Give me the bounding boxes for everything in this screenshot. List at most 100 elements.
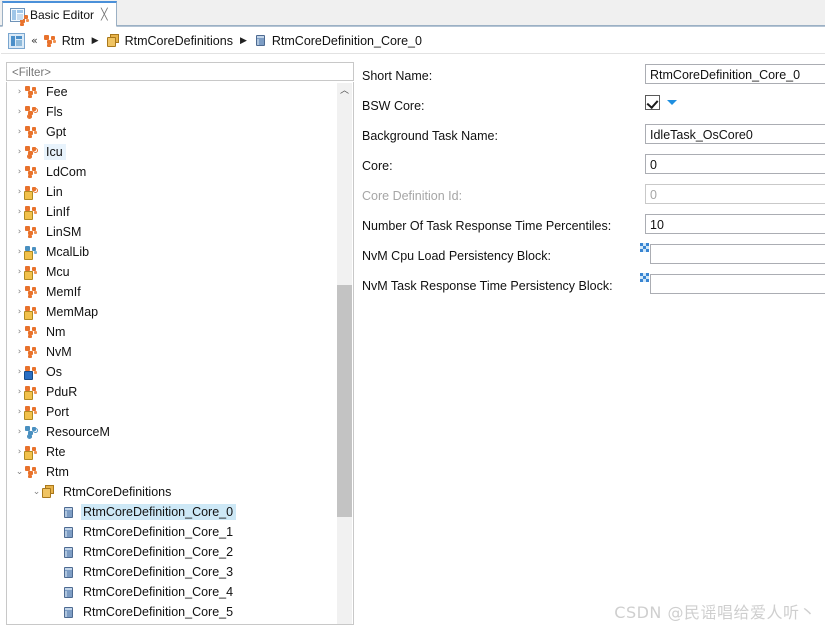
chevron-right-icon[interactable]: › [15, 408, 24, 417]
chevron-right-icon[interactable]: › [15, 168, 24, 177]
autosar-module-icon [24, 225, 38, 239]
warning-badge-icon [24, 391, 33, 400]
tree-item-nm[interactable]: › Nm [7, 322, 353, 342]
tree-item-rtmcoredefinition-core-1[interactable]: RtmCoreDefinition_Core_1 [7, 522, 353, 542]
tree-item-mcallib[interactable]: ›McalLib [7, 242, 353, 262]
form-row-core-definition-id: Core Definition Id: [362, 182, 825, 212]
field-label: Number Of Task Response Time Percentiles… [362, 219, 611, 233]
element-icon [254, 34, 267, 47]
input-nvm-cpu-load-persistency-block[interactable] [650, 244, 825, 264]
breadcrumb-item-rtm[interactable]: Rtm [43, 34, 85, 48]
breadcrumb-item-label: RtmCoreDefinitions [125, 34, 233, 48]
tree-item-label: Os [44, 364, 65, 380]
chevron-right-icon[interactable]: › [15, 228, 24, 237]
autosar-module-icon [24, 385, 38, 399]
reference-link-icon[interactable] [640, 243, 649, 252]
tree-item-icu[interactable]: › Icu [7, 142, 353, 162]
input-number-of-task-response-time-percentiles[interactable] [645, 214, 825, 234]
tree-item-memmap[interactable]: ›MemMap [7, 302, 353, 322]
breadcrumb-item-rtmcoredefinitions[interactable]: RtmCoreDefinitions [106, 34, 233, 48]
input-core[interactable] [645, 154, 825, 174]
breadcrumb-collapse-icon[interactable]: « [31, 34, 38, 47]
tree-item-label: Lin [44, 184, 66, 200]
chevron-right-icon[interactable]: › [15, 428, 24, 437]
chevron-right-icon[interactable]: › [15, 308, 24, 317]
tree-item-fee[interactable]: › Fee [7, 82, 353, 102]
breadcrumb-item-rtmcoredefinition-core-0[interactable]: RtmCoreDefinition_Core_0 [254, 34, 422, 48]
tab-basic-editor[interactable]: Basic Editor ╳ [2, 1, 117, 27]
tree-item-linsm[interactable]: › LinSM [7, 222, 353, 242]
form-row-core: Core: [362, 152, 825, 182]
close-icon[interactable]: ╳ [101, 9, 108, 20]
chevron-down-icon[interactable]: ⌄ [15, 468, 24, 477]
tree-item-port[interactable]: ›Port [7, 402, 353, 422]
tree-item-label: Icu [44, 144, 66, 160]
tree-item-fls[interactable]: ›Fls [7, 102, 353, 122]
tree-item-mcu[interactable]: › Mcu [7, 262, 353, 282]
tree-item-lin[interactable]: › Lin [7, 182, 353, 202]
tree-item-rtmcoredefinition-core-0[interactable]: RtmCoreDefinition_Core_0 [7, 502, 353, 522]
scrollbar-thumb[interactable] [337, 285, 352, 517]
warning-badge-icon [24, 451, 33, 460]
scroll-up-icon[interactable]: ︿ [337, 83, 352, 99]
property-form: Short Name:BSW Core:Background Task Name… [362, 62, 825, 312]
element-icon [62, 526, 75, 539]
chevron-down-icon[interactable] [667, 100, 677, 105]
chevron-right-icon[interactable]: › [15, 128, 24, 137]
input-background-task-name[interactable] [645, 124, 825, 144]
tree-item-rtmcoredefinition-core-4[interactable]: RtmCoreDefinition_Core_4 [7, 582, 353, 602]
tree-filter-input[interactable] [6, 62, 354, 81]
chevron-right-icon[interactable]: › [15, 148, 24, 157]
chevron-right-icon[interactable]: › [15, 108, 24, 117]
checkbox-bsw-core[interactable] [645, 95, 660, 110]
tree-item-os[interactable]: › Os [7, 362, 353, 382]
tree-item-label: NvM [44, 344, 75, 360]
tree-item-label: RtmCoreDefinition_Core_5 [81, 604, 236, 620]
field-label: Short Name: [362, 69, 432, 83]
tree-scroll-area[interactable]: ›Fee›Fls›Gpt›Icu›LdCom›Lin›LinIf›LinSM›M… [6, 82, 354, 625]
input-short-name[interactable] [645, 64, 825, 84]
chevron-right-icon[interactable]: › [15, 268, 24, 277]
chevron-right-icon[interactable]: › [15, 368, 24, 377]
tree-item-rtmmeasurementpoints[interactable]: ›RtmMeasurementPoints [7, 622, 353, 625]
tree-item-pdur[interactable]: ›PduR [7, 382, 353, 402]
tree-item-linif[interactable]: ›LinIf [7, 202, 353, 222]
chevron-right-icon[interactable]: › [15, 248, 24, 257]
tree-item-rte[interactable]: ›Rte [7, 442, 353, 462]
autosar-module-icon [24, 125, 38, 139]
model-tree-panel: ›Fee›Fls›Gpt›Icu›LdCom›Lin›LinIf›LinSM›M… [6, 62, 354, 625]
tree-item-label: Fee [44, 84, 71, 100]
chevron-right-icon[interactable]: › [15, 328, 24, 337]
chevron-right-icon[interactable]: › [15, 448, 24, 457]
chevron-right-icon[interactable]: › [15, 348, 24, 357]
tree-item-memif[interactable]: ›MemIf [7, 282, 353, 302]
autosar-module-icon [24, 245, 38, 259]
tree-item-rtm[interactable]: ⌄Rtm [7, 462, 353, 482]
tree-item-label: Mcu [44, 264, 73, 280]
editor-home-icon[interactable] [8, 33, 25, 49]
tree-item-rtmcoredefinition-core-5[interactable]: RtmCoreDefinition_Core_5 [7, 602, 353, 622]
tree-item-rtmcoredefinitions[interactable]: ⌄RtmCoreDefinitions [7, 482, 353, 502]
autosar-module-icon [24, 365, 38, 379]
reference-link-icon[interactable] [640, 273, 649, 282]
chevron-right-icon[interactable]: › [15, 88, 24, 97]
tree-item-gpt[interactable]: ›Gpt [7, 122, 353, 142]
input-nvm-task-response-time-persistency-block[interactable] [650, 274, 825, 294]
tree-item-label: LinSM [44, 224, 84, 240]
tree-vertical-scrollbar[interactable]: ︿ [337, 83, 352, 624]
tree-item-rtmcoredefinition-core-3[interactable]: RtmCoreDefinition_Core_3 [7, 562, 353, 582]
autosar-module-icon [24, 145, 38, 159]
chevron-right-icon[interactable]: › [15, 288, 24, 297]
tree-item-ldcom[interactable]: ›LdCom [7, 162, 353, 182]
tree-item-nvm[interactable]: › NvM [7, 342, 353, 362]
chevron-right-icon[interactable]: › [15, 188, 24, 197]
tree-item-rtmcoredefinition-core-2[interactable]: RtmCoreDefinition_Core_2 [7, 542, 353, 562]
tree-item-resourcem[interactable]: ›ResourceM [7, 422, 353, 442]
chevron-right-icon[interactable]: › [15, 388, 24, 397]
chevron-right-icon[interactable]: › [15, 208, 24, 217]
field-label: Core Definition Id: [362, 189, 462, 203]
field-label: Core: [362, 159, 393, 173]
autosar-module-icon [24, 425, 38, 439]
chevron-down-icon[interactable]: ⌄ [32, 488, 41, 497]
tree-item-label: Nm [44, 324, 68, 340]
